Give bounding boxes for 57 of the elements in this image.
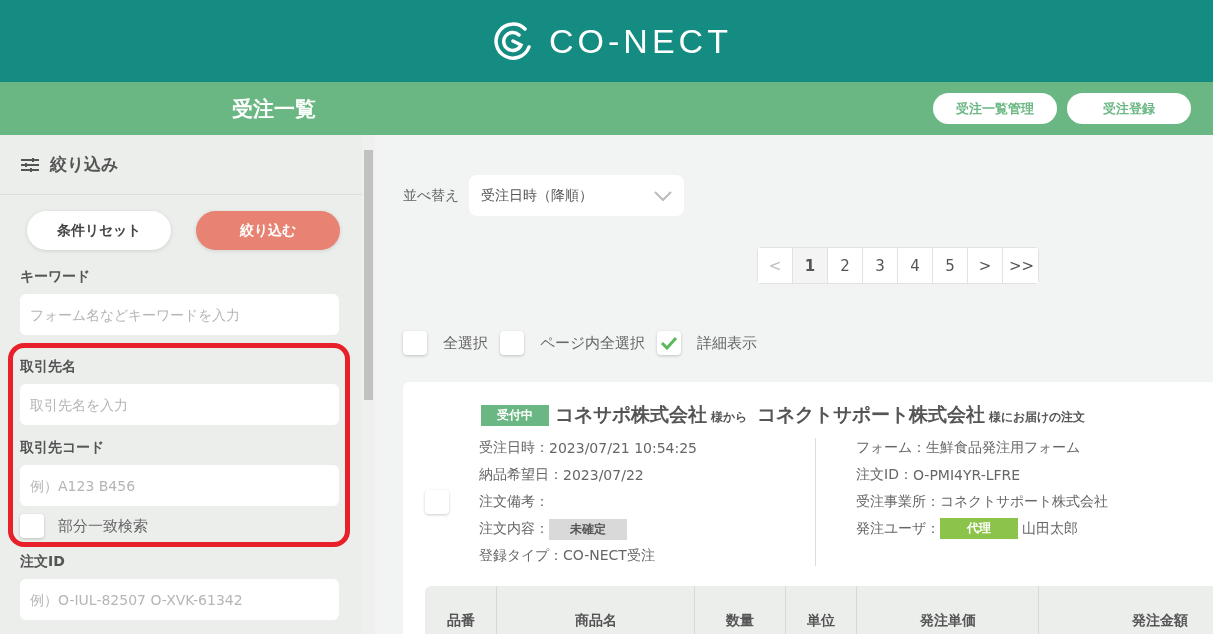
reset-button[interactable]: 条件リセット: [27, 211, 171, 250]
checkbox[interactable]: [425, 490, 449, 514]
checkbox[interactable]: [403, 331, 427, 355]
column-header: 単位: [786, 586, 858, 634]
checkbox-label: ページ内全選択: [540, 333, 645, 353]
checkmark-icon: [660, 336, 678, 350]
checkbox[interactable]: [20, 514, 44, 538]
field-label: キーワード: [20, 268, 91, 286]
info-label: 注文ID：: [856, 465, 913, 484]
checkbox-label: 全選択: [443, 333, 488, 353]
column-header: 発注金額: [1039, 586, 1213, 634]
info-value: 山田太郎: [1022, 519, 1078, 538]
status-badge: 代理: [940, 518, 1018, 539]
column-header: 品番: [425, 586, 498, 634]
checkbox[interactable]: [500, 331, 524, 355]
scrollbar[interactable]: [362, 135, 375, 634]
sort-select[interactable]: 受注日時（降順）: [469, 175, 684, 216]
info-label: 受注事業所：: [856, 492, 940, 511]
info-value: CO-NECT受注: [563, 547, 655, 565]
info-value: 2023/07/21 10:54:25: [549, 440, 698, 456]
chevron-down-icon: [654, 190, 672, 201]
checkbox-label: 部分一致検索: [58, 516, 148, 536]
column-header: 商品名: [497, 586, 696, 634]
info-value: 生鮮食品発注用フォーム: [926, 438, 1080, 457]
recipient-name: コネクトサポート株式会社: [757, 402, 985, 427]
info-label: 注文備考：: [479, 493, 549, 511]
info-label: フォーム：: [856, 438, 926, 457]
sender-name: コネサポ株式会社: [555, 402, 707, 427]
filter-sliders-icon: [20, 156, 40, 173]
status-badge: 受付中: [481, 404, 549, 426]
recipient-suffix: 様にお届けの注文: [989, 409, 1085, 426]
field-label: 取引先コード: [20, 439, 105, 457]
column-header: 発注単価: [857, 586, 1039, 634]
page-button[interactable]: 1: [793, 248, 828, 283]
sort-label: 並べ替え: [403, 186, 459, 205]
field-label: 注文ID: [20, 553, 66, 571]
input-field[interactable]: 例）O-IUL-82507 O-XVK-61342: [20, 579, 339, 620]
input-field[interactable]: 取引先名を入力: [20, 384, 339, 425]
field-label: 取引先名: [20, 358, 77, 376]
sender-suffix: 様から: [711, 409, 747, 426]
checkbox-label: 詳細表示: [697, 333, 757, 353]
info-value: O-PMI4YR-LFRE: [912, 466, 1021, 483]
page-title: 受注一覧: [232, 95, 317, 123]
info-label: 登録タイプ：: [479, 547, 563, 565]
column-header: 数量: [695, 586, 787, 634]
info-value: 2023/07/22: [563, 467, 644, 483]
logo-text: CO-NECT: [549, 21, 732, 61]
checkbox[interactable]: [657, 331, 681, 355]
sidebar-title: 絞り込み: [50, 153, 118, 176]
info-value: コネクトサポート株式会社: [940, 492, 1108, 511]
info-label: 受注日時：: [479, 439, 549, 457]
status-badge: 未確定: [549, 518, 627, 540]
info-label: 発注ユーザ：: [856, 519, 940, 538]
input-field[interactable]: 例）A123 B456: [20, 465, 339, 506]
info-label: 納品希望日：: [479, 466, 563, 484]
input-field[interactable]: フォーム名などキーワードを入力: [20, 294, 339, 335]
info-label: 注文内容：: [479, 520, 549, 538]
